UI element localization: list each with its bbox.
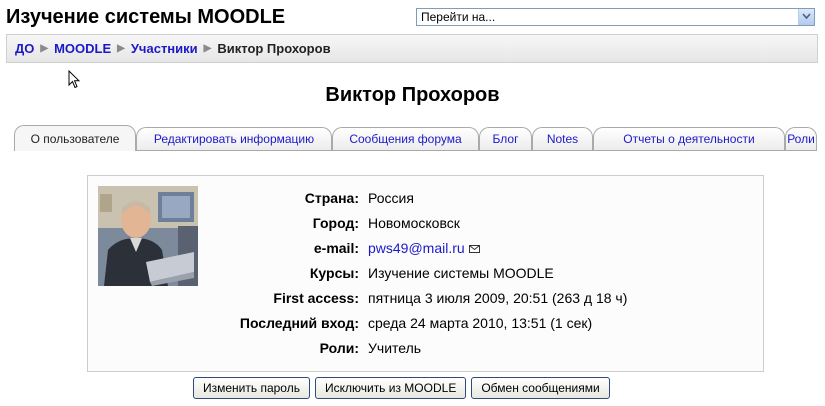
breadcrumb-separator-icon: ▶ xyxy=(40,43,49,54)
field-label: Город: xyxy=(312,215,359,231)
field-value: pws49@mail.ru xyxy=(368,238,480,258)
messages-button[interactable]: Обмен сообщениями xyxy=(471,377,610,399)
field-label: Последний вход: xyxy=(239,315,359,331)
unenrol-button[interactable]: Исключить из MOODLE xyxy=(314,377,467,399)
jump-to-select[interactable]: Перейти на... xyxy=(416,8,815,26)
site-title: Изучение системы MOODLE xyxy=(6,6,286,28)
profile-row-first-access: First access: пятница 3 июля 2009, 20:51… xyxy=(88,288,765,308)
tab-roles[interactable]: Роли xyxy=(785,127,817,150)
field-label: Курсы: xyxy=(309,265,359,281)
field-value: Учитель xyxy=(368,340,422,356)
profile-row-email: e-mail: pws49@mail.ru xyxy=(88,238,765,258)
tab-forum-posts[interactable]: Сообщения форума xyxy=(332,127,479,150)
field-label: First access: xyxy=(273,290,359,306)
tab-activity-reports[interactable]: Отчеты о деятельности xyxy=(593,127,785,150)
breadcrumb-separator-icon: ▶ xyxy=(117,43,125,54)
change-password-button[interactable]: Изменить пароль xyxy=(193,377,310,399)
profile-info-box: Страна: Россия Город: Новомосковск e-mai… xyxy=(87,175,764,372)
chevron-down-icon[interactable] xyxy=(798,9,814,25)
breadcrumb-separator-icon: ▶ xyxy=(203,43,212,54)
field-label: Роли: xyxy=(319,340,359,356)
breadcrumb-link-participants[interactable]: Участники xyxy=(131,41,198,56)
email-link[interactable]: pws49@mail.ru xyxy=(368,240,465,256)
envelope-icon[interactable] xyxy=(468,245,480,253)
jump-to-selected-value: Перейти на... xyxy=(421,10,496,24)
field-value: среда 24 марта 2010, 13:51 (1 сек) xyxy=(368,315,593,331)
breadcrumb-link-moodle[interactable]: MOODLE xyxy=(54,41,111,56)
field-label: e-mail: xyxy=(313,240,359,256)
field-value: Новомосковск xyxy=(368,215,460,231)
profile-row-country: Страна: Россия xyxy=(88,188,765,208)
tab-edit-info[interactable]: Редактировать информацию xyxy=(136,127,332,150)
tab-blog[interactable]: Блог xyxy=(479,127,532,150)
field-value: Россия xyxy=(368,190,414,206)
breadcrumb: ДО ▶ MOODLE ▶ Участники ▶ Виктор Прохоро… xyxy=(6,34,818,63)
profile-row-roles: Роли: Учитель xyxy=(88,338,765,358)
profile-row-city: Город: Новомосковск xyxy=(88,213,765,233)
profile-row-courses: Курсы: Изучение системы MOODLE xyxy=(88,263,765,283)
field-value: пятница 3 июля 2009, 20:51 (263 д 18 ч) xyxy=(368,290,628,306)
profile-row-last-access: Последний вход: среда 24 марта 2010, 13:… xyxy=(88,313,765,333)
tab-about-user[interactable]: О пользователе xyxy=(14,125,136,151)
tab-notes[interactable]: Notes xyxy=(532,127,593,150)
profile-actions: Изменить пароль Исключить из MOODLE Обме… xyxy=(193,377,610,400)
breadcrumb-link-do[interactable]: ДО xyxy=(15,41,34,56)
page-title: Виктор Прохоров xyxy=(325,84,500,106)
field-value: Изучение системы MOODLE xyxy=(368,265,554,281)
field-label: Страна: xyxy=(304,190,359,206)
breadcrumb-current: Виктор Прохоров xyxy=(217,41,331,56)
profile-tabs: О пользователе Редактировать информацию … xyxy=(0,124,825,151)
